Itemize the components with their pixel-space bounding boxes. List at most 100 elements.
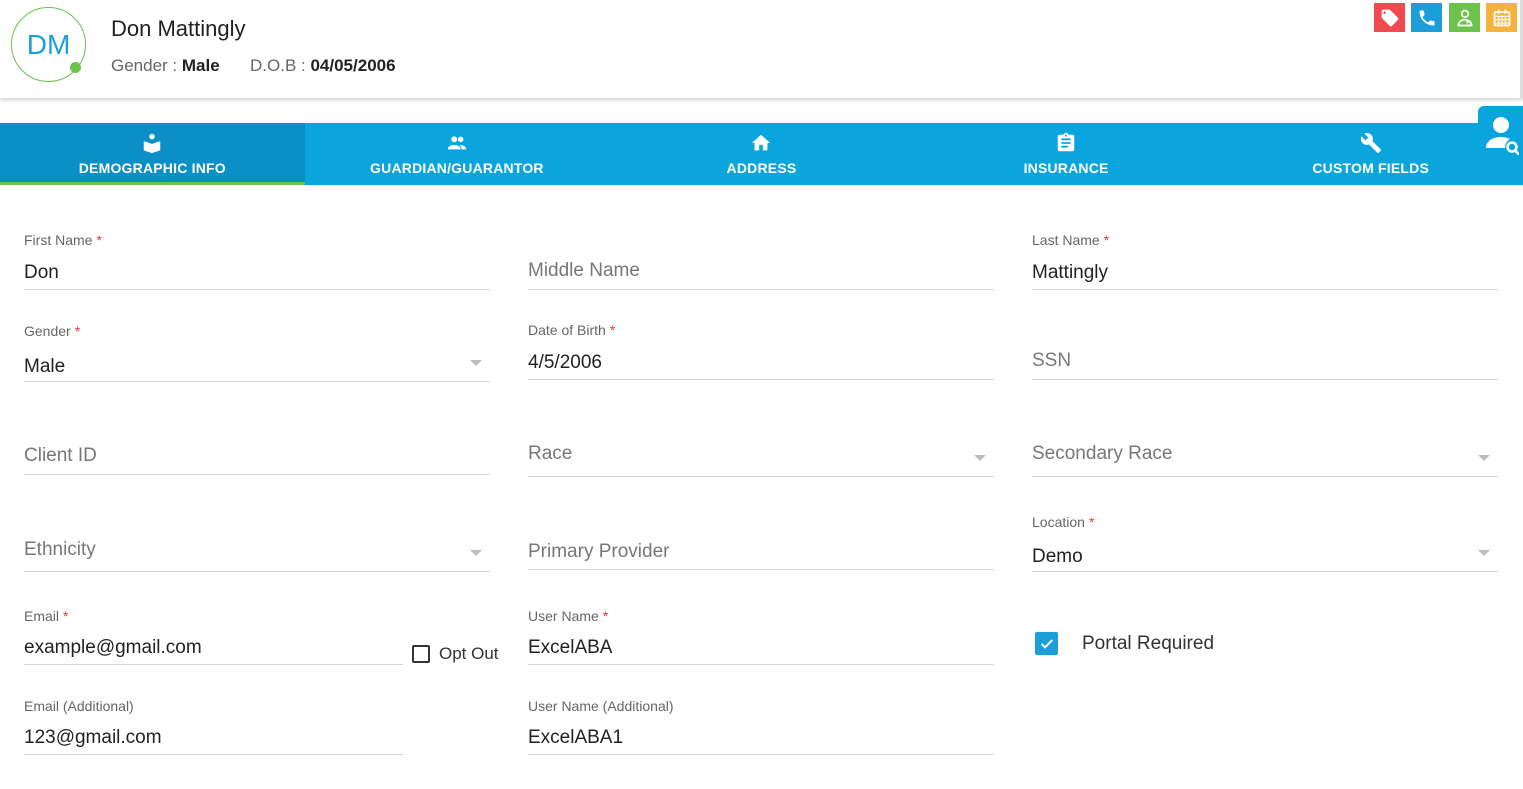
last-name-value[interactable]: Mattingly	[1032, 262, 1108, 284]
user-name-field[interactable]: User Name * ExcelABA	[528, 608, 994, 668]
required-marker: *	[96, 232, 102, 248]
chevron-down-icon[interactable]	[470, 360, 482, 366]
input-underline	[528, 379, 994, 380]
primary-provider-field[interactable]: Primary Provider	[528, 510, 994, 572]
middle-name-placeholder[interactable]: Middle Name	[528, 260, 640, 282]
opt-out-checkbox[interactable]: Opt Out	[412, 644, 499, 664]
user-name-additional-value[interactable]: ExcelABA1	[528, 727, 623, 749]
chevron-down-icon[interactable]	[470, 550, 482, 556]
ssn-placeholder[interactable]: SSN	[1032, 350, 1071, 372]
wrench-icon	[1359, 131, 1383, 155]
input-underline	[24, 754, 403, 755]
tab-label: DEMOGRAPHIC INFO	[78, 160, 226, 176]
clipboard-icon	[1054, 131, 1078, 155]
email-value[interactable]: example@gmail.com	[24, 637, 202, 659]
email-field[interactable]: Email * example@gmail.com	[24, 608, 403, 668]
user-search-icon	[1485, 117, 1519, 156]
phone-icon	[1419, 10, 1434, 25]
input-underline	[24, 474, 490, 475]
checkbox-unchecked[interactable]	[412, 645, 430, 663]
input-underline	[528, 569, 994, 570]
provider-button[interactable]	[1449, 3, 1480, 32]
dob-meta-label: D.O.B :	[250, 56, 306, 75]
user-name-additional-field[interactable]: User Name (Additional) ExcelABA1	[528, 698, 994, 758]
gender-meta-label: Gender :	[111, 56, 178, 75]
input-underline	[1032, 379, 1498, 380]
patient-header: DM Don Mattingly Gender : Male D.O.B : 0…	[0, 0, 1523, 98]
input-underline	[24, 571, 490, 572]
portal-required-label: Portal Required	[1082, 632, 1215, 654]
avatar-initials: DM	[26, 28, 71, 60]
tab-label: ADDRESS	[726, 160, 797, 176]
tab-guardian-guarantor[interactable]: GUARDIAN/GUARANTOR	[305, 123, 610, 185]
input-underline	[1032, 476, 1498, 477]
user-name-value[interactable]: ExcelABA	[528, 637, 612, 659]
primary-provider-placeholder[interactable]: Primary Provider	[528, 541, 669, 563]
online-status-dot	[70, 62, 81, 73]
dob-label: Date of Birth	[528, 322, 606, 338]
chevron-down-icon[interactable]	[974, 455, 986, 461]
tab-demographic-info[interactable]: DEMOGRAPHIC INFO	[0, 123, 305, 185]
chevron-down-icon[interactable]	[1478, 455, 1490, 461]
secondary-race-placeholder[interactable]: Secondary Race	[1032, 443, 1172, 465]
doctor-icon	[1456, 9, 1473, 26]
input-underline	[24, 289, 490, 290]
location-label: Location	[1032, 514, 1085, 530]
first-name-field[interactable]: First Name * Don	[24, 232, 490, 292]
input-underline	[1032, 571, 1498, 572]
dob-value[interactable]: 4/5/2006	[528, 352, 602, 374]
date-of-birth-field[interactable]: Date of Birth * 4/5/2006	[528, 322, 994, 382]
email-additional-label: Email (Additional)	[24, 698, 134, 714]
email-additional-field[interactable]: Email (Additional) 123@gmail.com	[24, 698, 403, 758]
chevron-down-icon[interactable]	[1478, 550, 1490, 556]
client-id-field[interactable]: Client ID	[24, 416, 490, 476]
check-icon	[1040, 638, 1053, 649]
ethnicity-placeholder[interactable]: Ethnicity	[24, 539, 96, 561]
tab-bar: DEMOGRAPHIC INFO GUARDIAN/GUARANTOR ADDR…	[0, 123, 1523, 185]
first-name-label: First Name	[24, 232, 93, 248]
location-value[interactable]: Demo	[1032, 546, 1083, 568]
user-search-button[interactable]	[1478, 106, 1523, 185]
calendar-icon	[1493, 9, 1510, 26]
gender-select[interactable]: Gender * Male	[24, 323, 490, 383]
tab-address[interactable]: ADDRESS	[609, 123, 914, 185]
phone-button[interactable]	[1411, 3, 1442, 32]
tab-insurance[interactable]: INSURANCE	[914, 123, 1219, 185]
ethnicity-select[interactable]: Ethnicity	[24, 510, 490, 573]
avatar: DM	[11, 7, 86, 82]
race-placeholder[interactable]: Race	[528, 443, 572, 465]
email-additional-value[interactable]: 123@gmail.com	[24, 727, 162, 749]
required-marker: *	[602, 608, 609, 624]
calendar-button[interactable]	[1486, 3, 1517, 32]
input-underline	[24, 664, 403, 665]
ssn-field[interactable]: SSN	[1032, 322, 1498, 382]
tag-icon	[1381, 9, 1398, 26]
gender-label: Gender	[24, 323, 71, 339]
email-label: Email	[24, 608, 60, 624]
last-name-label: Last Name	[1032, 232, 1100, 248]
race-select[interactable]: Race	[528, 416, 994, 478]
middle-name-field[interactable]: Middle Name	[528, 232, 994, 292]
required-marker: *	[609, 322, 616, 338]
client-id-placeholder[interactable]: Client ID	[24, 445, 97, 467]
required-marker: *	[1103, 232, 1110, 248]
tab-label: INSURANCE	[1023, 160, 1109, 176]
location-select[interactable]: Location * Demo	[1032, 514, 1498, 574]
input-underline	[1032, 289, 1498, 290]
first-name-value[interactable]: Don	[24, 262, 59, 284]
tag-button[interactable]	[1374, 3, 1405, 32]
input-underline	[528, 289, 994, 290]
gender-meta-value: Male	[181, 56, 220, 75]
input-underline	[528, 664, 994, 665]
patient-dob: D.O.B : 04/05/2006	[250, 56, 396, 76]
last-name-field[interactable]: Last Name * Mattingly	[1032, 232, 1498, 292]
user-name-additional-label: User Name (Additional)	[528, 698, 674, 714]
checkbox-checked[interactable]	[1035, 632, 1058, 655]
home-icon	[749, 131, 773, 155]
required-marker: *	[1088, 514, 1095, 530]
gender-value[interactable]: Male	[24, 356, 65, 378]
input-underline	[528, 754, 994, 755]
portal-required-checkbox[interactable]: Portal Required	[1035, 632, 1214, 655]
required-marker: *	[74, 323, 81, 339]
secondary-race-select[interactable]: Secondary Race	[1032, 416, 1498, 478]
